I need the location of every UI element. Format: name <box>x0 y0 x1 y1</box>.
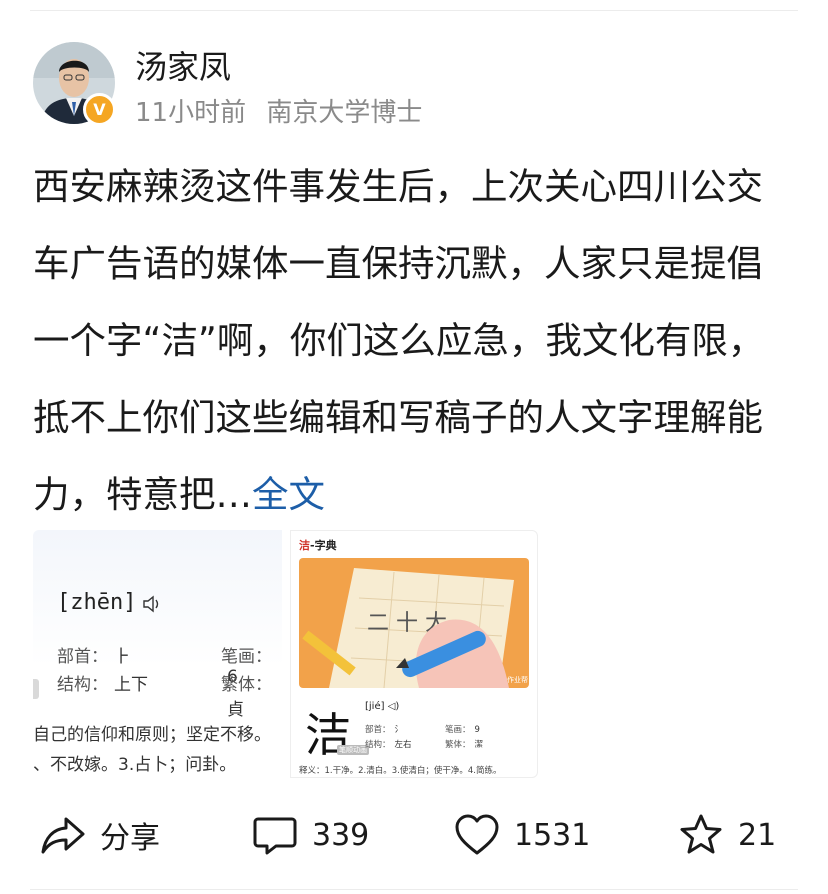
verified-badge-icon: V <box>83 93 116 126</box>
speaker-icon <box>143 595 159 613</box>
favorite-count: 21 <box>738 817 777 853</box>
dict-card-strokes-value: 9 <box>474 725 480 735</box>
dict-structure-label: 结构： <box>57 675 108 695</box>
dict-radical-row: 部首： ⺊ <box>57 642 131 667</box>
post-time: 11小时前 <box>135 98 247 128</box>
writing-illustration: 二 十 大 作业帮 <box>299 558 529 688</box>
share-icon <box>41 817 85 854</box>
dict-definition-line-2: 、不改嫁。3.占卜；问卦。 <box>33 755 237 775</box>
share-label: 分享 <box>100 821 160 856</box>
expand-full-text-link[interactable]: 全文 <box>252 473 325 516</box>
dict-traditional-label: 繁体： <box>221 675 272 695</box>
dict-traditional-row: 繁体： 貞 <box>221 670 282 720</box>
dict-card-traditional-label: 繁体： <box>445 740 471 750</box>
dict-strokes-label: 笔画： <box>221 647 272 667</box>
dict-card-title-char: 洁 <box>299 539 310 552</box>
heart-icon <box>455 814 499 855</box>
image-edge-marker <box>33 679 39 699</box>
speaker-icon: ◁) <box>387 701 400 712</box>
author-name[interactable]: 汤家凤 <box>135 42 231 88</box>
bottom-divider <box>30 889 798 890</box>
dict-card-strokes-label: 笔画： <box>445 725 471 735</box>
comment-count: 339 <box>312 817 370 853</box>
dict-card-structure-label: 结构： <box>365 740 391 750</box>
dict-card-title-suffix: -字典 <box>310 539 337 552</box>
dict-traditional-value: 貞 <box>227 700 244 720</box>
dict-radical-label: 部首： <box>57 647 108 667</box>
author-title: 南京大学博士 <box>266 98 423 128</box>
post-body-text: 西安麻辣烫这件事发生后，上次关心四川公交车广告语的媒体一直保持沉默，人家只是提倡… <box>33 165 765 516</box>
dict-pinyin: [zhēn] <box>57 590 137 615</box>
dict-card-strokes: 笔画： 9 <box>445 723 480 735</box>
dict-card-radical-label: 部首： <box>365 725 391 735</box>
dict-card-definition: 释义：1.干净。2.清白。3.使清白；使干净。4.简练。 <box>299 766 502 776</box>
post-image-1[interactable]: [zhēn] 部首：⺊ 笔画：6 结构： 上下 繁体：貞 自己的信仰和原则；坚定不… <box>33 530 282 778</box>
star-icon <box>680 814 722 854</box>
dict-definition-line-1: 自己的信仰和原则；坚定不移。 <box>33 725 271 745</box>
like-count: 1531 <box>514 817 591 853</box>
dict-card-pinyin: [jié] ◁) <box>365 701 399 712</box>
dict-radical-value: ⺊ <box>114 647 131 667</box>
dict-character: 洁 <box>305 708 351 762</box>
comment-icon <box>253 817 297 855</box>
dict-card-radical: 部首：氵 <box>365 723 403 735</box>
comment-button[interactable]: 339 <box>252 812 369 858</box>
top-divider <box>30 10 798 11</box>
post-text: 西安麻辣烫这件事发生后，上次关心四川公交车广告语的媒体一直保持沉默，人家只是提倡… <box>33 148 798 533</box>
dict-card-pinyin-text: [jié] <box>365 701 385 712</box>
dict-card-structure: 结构： 左右 <box>365 738 412 750</box>
dict-card-title: 洁-字典 <box>299 537 337 553</box>
post-image-2[interactable]: 洁-字典 二 十 大 作业帮 洁 笔顺动画 [jié] ◁) 部首： 氵 笔画：… <box>290 530 538 778</box>
dict-structure-row: 结构： 上下 <box>57 670 148 695</box>
dict-card-traditional: 繁体：潔 <box>445 738 483 750</box>
dict-card-radical-value: 氵 <box>394 725 404 735</box>
favorite-button[interactable]: 21 <box>678 812 776 858</box>
like-button[interactable]: 1531 <box>454 812 590 858</box>
post-meta: 11小时前 南京大学博士 <box>135 92 422 129</box>
share-button[interactable]: 分享 <box>40 812 160 858</box>
illustration-watermark: 作业帮 <box>507 675 528 684</box>
dict-structure-value: 上下 <box>114 675 148 695</box>
dict-card-structure-value: 左右 <box>394 740 412 750</box>
dict-card-traditional-value: 潔 <box>474 740 484 750</box>
